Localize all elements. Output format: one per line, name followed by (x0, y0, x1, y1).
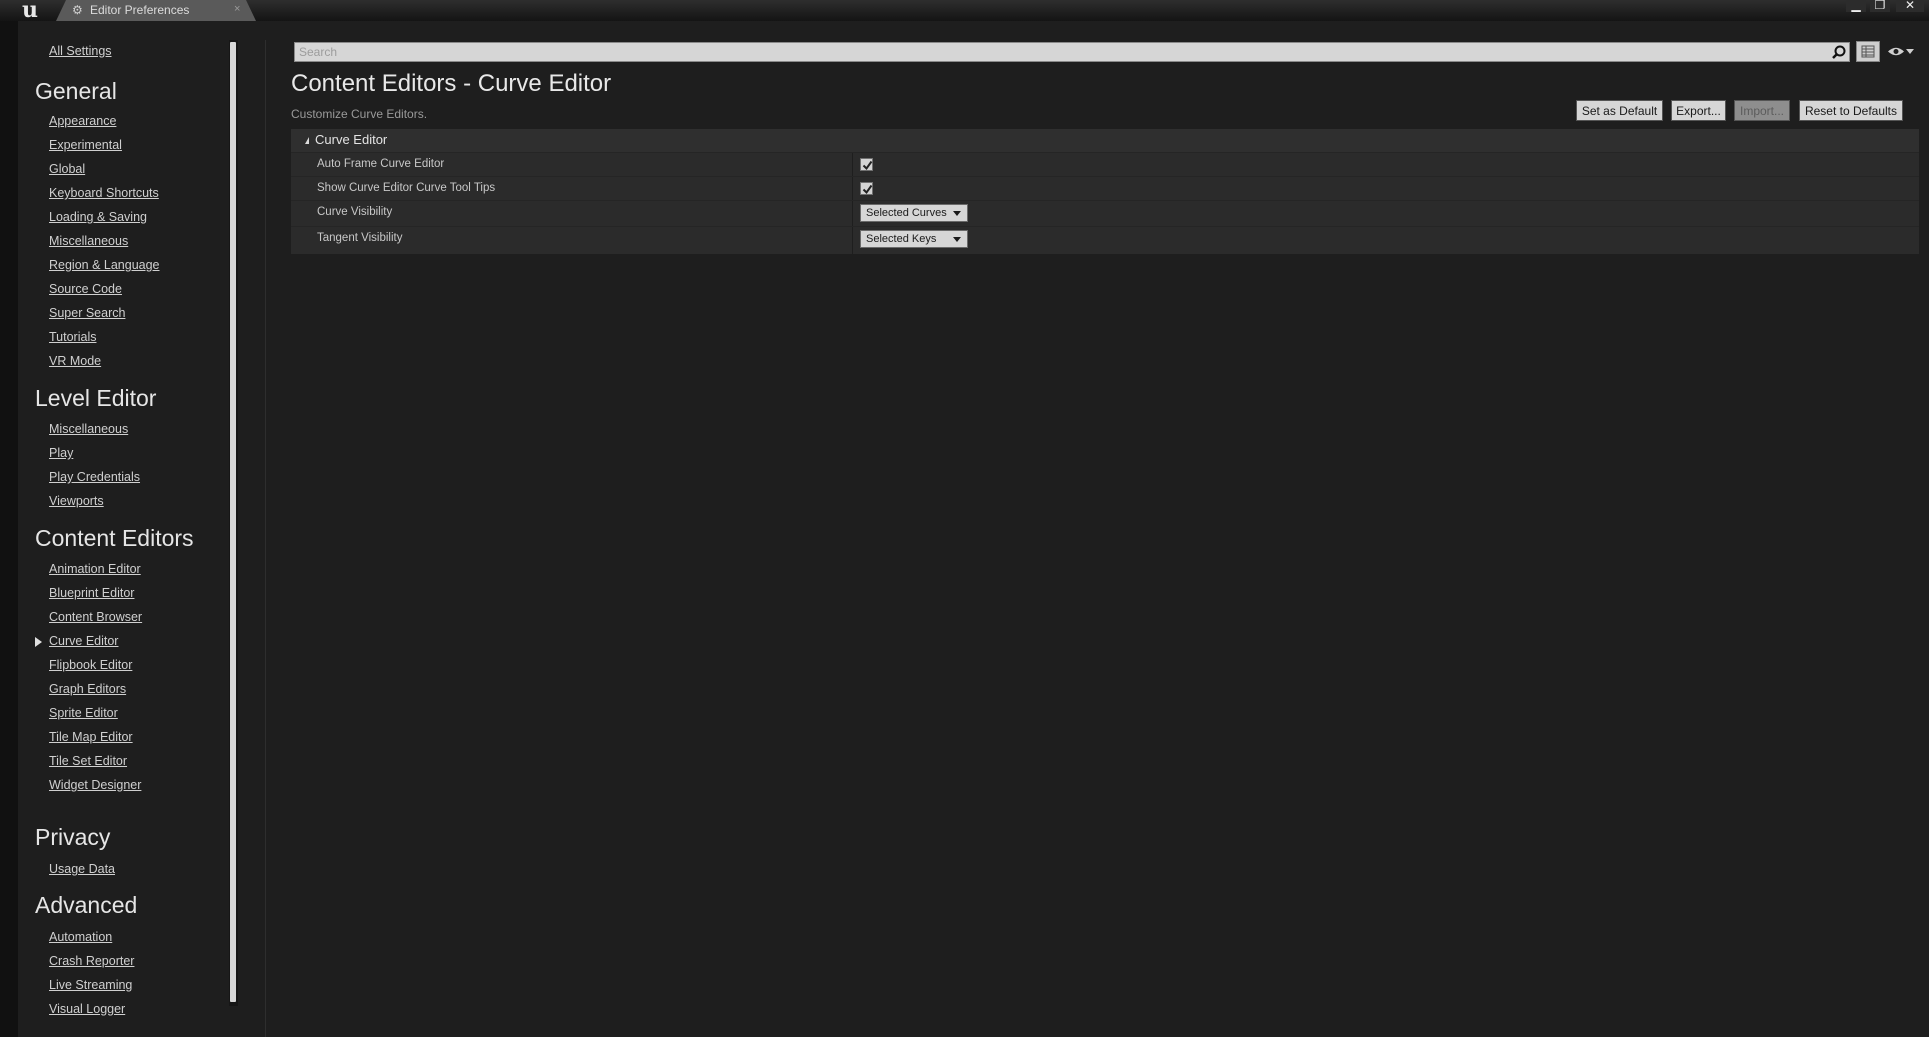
property-row-tangent-visibility: Tangent Visibility Selected Keys (291, 226, 1919, 254)
sidebar-item-appearance[interactable]: Appearance (49, 114, 116, 128)
chevron-down-icon (953, 237, 961, 242)
sidebar-item-region-language[interactable]: Region & Language (49, 258, 160, 272)
page-title: Content Editors - Curve Editor (291, 70, 612, 97)
tab-label: Editor Preferences (90, 3, 190, 17)
column-divider[interactable] (852, 227, 853, 254)
sidebar-item-source-code[interactable]: Source Code (49, 282, 122, 296)
tab-editor-preferences[interactable]: ⚙ Editor Preferences × (56, 0, 256, 21)
selected-item-arrow-icon (35, 637, 42, 647)
eye-dropdown-chevron-icon[interactable] (1906, 49, 1914, 54)
sidebar-item-play[interactable]: Play (49, 446, 73, 460)
sidebar-item-widget-designer[interactable]: Widget Designer (49, 778, 141, 792)
column-divider[interactable] (852, 201, 853, 227)
sidebar-item-automation[interactable]: Automation (49, 930, 112, 944)
sidebar-item-level-miscellaneous[interactable]: Miscellaneous (49, 422, 128, 436)
sidebar-item-live-streaming[interactable]: Live Streaming (49, 978, 132, 992)
eye-icon[interactable] (1887, 46, 1905, 57)
property-row-curve-visibility: Curve Visibility Selected Curves (291, 200, 1919, 227)
column-divider[interactable] (852, 153, 853, 177)
category-header[interactable]: Curve Editor (291, 129, 1919, 152)
sidebar-divider (265, 40, 266, 1037)
show-tooltips-checkbox[interactable] (860, 182, 873, 195)
minimize-icon[interactable]: ▁ (1846, 0, 1866, 12)
sidebar-category-advanced: Advanced (35, 892, 138, 918)
sidebar-scrollbar-thumb[interactable] (230, 42, 236, 1002)
dropdown-value: Selected Keys (866, 233, 937, 245)
search-input[interactable] (299, 43, 1819, 61)
tangent-visibility-dropdown[interactable]: Selected Keys (860, 230, 968, 248)
sidebar-item-all-settings[interactable]: All Settings (49, 44, 112, 58)
window-left-border (0, 21, 18, 1037)
sidebar-category-privacy: Privacy (35, 824, 111, 850)
sidebar-item-graph-editors[interactable]: Graph Editors (49, 682, 126, 696)
property-label: Show Curve Editor Curve Tool Tips (317, 182, 496, 194)
grid-icon (1861, 45, 1875, 58)
sidebar-category-content-editors: Content Editors (35, 525, 194, 551)
curve-editor-category-panel: Curve Editor Auto Frame Curve Editor Sho… (291, 129, 1919, 254)
sidebar-item-crash-reporter[interactable]: Crash Reporter (49, 954, 134, 968)
dropdown-value: Selected Curves (866, 207, 947, 219)
sidebar-item-sprite-editor[interactable]: Sprite Editor (49, 706, 118, 720)
sidebar-item-blueprint-editor[interactable]: Blueprint Editor (49, 586, 134, 600)
sidebar-item-miscellaneous[interactable]: Miscellaneous (49, 234, 128, 248)
view-options-grid-button[interactable] (1856, 41, 1880, 62)
sidebar-item-keyboard-shortcuts[interactable]: Keyboard Shortcuts (49, 186, 159, 200)
sidebar-item-content-browser[interactable]: Content Browser (49, 610, 142, 624)
sidebar-category-general: General (35, 78, 117, 104)
auto-frame-checkbox[interactable] (860, 158, 873, 171)
export-button[interactable]: Export... (1671, 100, 1726, 121)
search-box[interactable] (294, 42, 1850, 62)
property-label: Auto Frame Curve Editor (317, 158, 445, 170)
sidebar-item-play-credentials[interactable]: Play Credentials (49, 470, 140, 484)
sidebar-item-experimental[interactable]: Experimental (49, 138, 122, 152)
settings-tab-icon: ⚙ (72, 3, 83, 17)
tab-close-icon[interactable]: × (234, 3, 240, 15)
set-as-default-button[interactable]: Set as Default (1576, 100, 1663, 121)
page-subtitle: Customize Curve Editors. (291, 107, 428, 121)
sidebar-item-viewports[interactable]: Viewports (49, 494, 104, 508)
chevron-down-icon (953, 211, 961, 216)
sidebar-item-flipbook-editor[interactable]: Flipbook Editor (49, 658, 132, 672)
sidebar-item-global[interactable]: Global (49, 162, 85, 176)
checkmark-icon (862, 160, 873, 171)
sidebar-item-tile-map-editor[interactable]: Tile Map Editor (49, 730, 133, 744)
close-icon[interactable]: ✕ (1896, 0, 1924, 12)
import-button[interactable]: Import... (1734, 100, 1790, 121)
checkmark-icon (862, 184, 873, 195)
unreal-logo-icon: u (22, 0, 38, 23)
property-row-show-tooltips: Show Curve Editor Curve Tool Tips (291, 176, 1919, 201)
sidebar-item-visual-logger[interactable]: Visual Logger (49, 1002, 125, 1016)
restore-icon[interactable]: ❐ (1870, 0, 1890, 12)
sidebar-item-curve-editor[interactable]: Curve Editor (49, 634, 118, 648)
property-label: Curve Visibility (317, 206, 393, 218)
property-row-auto-frame: Auto Frame Curve Editor (291, 152, 1919, 177)
sidebar-item-super-search[interactable]: Super Search (49, 306, 125, 320)
property-label: Tangent Visibility (317, 232, 403, 244)
reset-to-defaults-button[interactable]: Reset to Defaults (1799, 100, 1903, 121)
sidebar-item-usage-data[interactable]: Usage Data (49, 862, 115, 876)
sidebar-item-animation-editor[interactable]: Animation Editor (49, 562, 141, 576)
category-title: Curve Editor (315, 132, 388, 147)
sidebar-item-vr-mode[interactable]: VR Mode (49, 354, 101, 368)
title-bar: u ⚙ Editor Preferences × ▁ ❐ ✕ (0, 0, 1929, 21)
sidebar-item-tile-set-editor[interactable]: Tile Set Editor (49, 754, 127, 768)
collapse-arrow-icon[interactable] (305, 137, 309, 144)
search-icon[interactable] (1831, 44, 1847, 60)
curve-visibility-dropdown[interactable]: Selected Curves (860, 204, 968, 222)
sidebar-category-level-editor: Level Editor (35, 385, 157, 411)
column-divider[interactable] (852, 177, 853, 201)
sidebar-item-tutorials[interactable]: Tutorials (49, 330, 96, 344)
sidebar-item-loading-saving[interactable]: Loading & Saving (49, 210, 147, 224)
